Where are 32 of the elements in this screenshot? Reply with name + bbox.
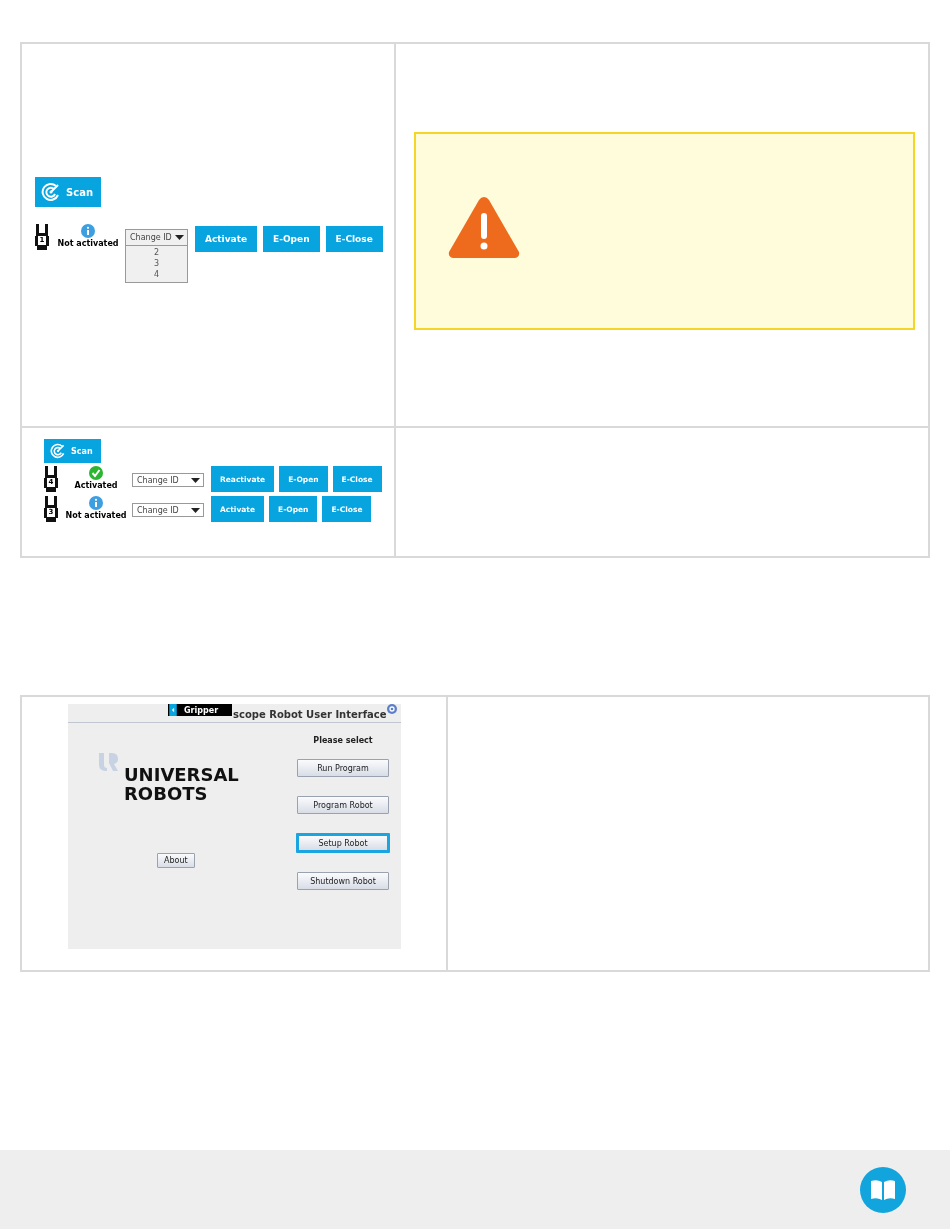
logo-icon xyxy=(97,751,119,773)
logo-text: ROBOTS xyxy=(124,784,209,803)
dropdown-option[interactable]: 4 xyxy=(126,269,187,280)
dropdown-option[interactable]: 2 xyxy=(126,247,187,258)
radar-icon xyxy=(41,182,61,202)
menu-button[interactable]: Program Robot xyxy=(297,796,389,814)
caret-icon xyxy=(191,477,200,483)
back-arrow-icon xyxy=(168,704,178,716)
warning-icon xyxy=(447,194,521,260)
gripper-tab[interactable]: Gripper xyxy=(168,704,233,716)
dropdown-option[interactable]: 3 xyxy=(126,258,187,269)
prompt-text: Please select xyxy=(313,736,373,745)
status-label: Not activated xyxy=(65,511,127,520)
caret-icon xyxy=(191,507,200,513)
check-icon xyxy=(89,466,103,480)
screen-title: scope Robot User Interface xyxy=(233,709,387,720)
menu-button[interactable]: Shutdown Robot xyxy=(297,872,389,890)
status-label: Not activated xyxy=(57,239,119,248)
menu-button[interactable]: Run Program xyxy=(297,759,389,777)
help-icon xyxy=(387,704,397,714)
info-icon xyxy=(89,496,103,510)
book-icon xyxy=(860,1167,906,1213)
change-id-dropdown[interactable]: Change ID xyxy=(125,229,188,246)
caret-icon xyxy=(175,235,184,240)
logo-text: UNIVERSAL xyxy=(124,765,240,784)
info-icon xyxy=(81,224,95,238)
change-id-dropdown[interactable]: Change ID xyxy=(132,473,204,487)
radar-icon xyxy=(50,443,66,459)
about-button[interactable]: About xyxy=(157,853,195,868)
status-label: Activated xyxy=(74,481,118,490)
menu-button[interactable]: Setup Robot xyxy=(296,833,390,853)
change-id-dropdown[interactable]: Change ID xyxy=(132,503,204,517)
